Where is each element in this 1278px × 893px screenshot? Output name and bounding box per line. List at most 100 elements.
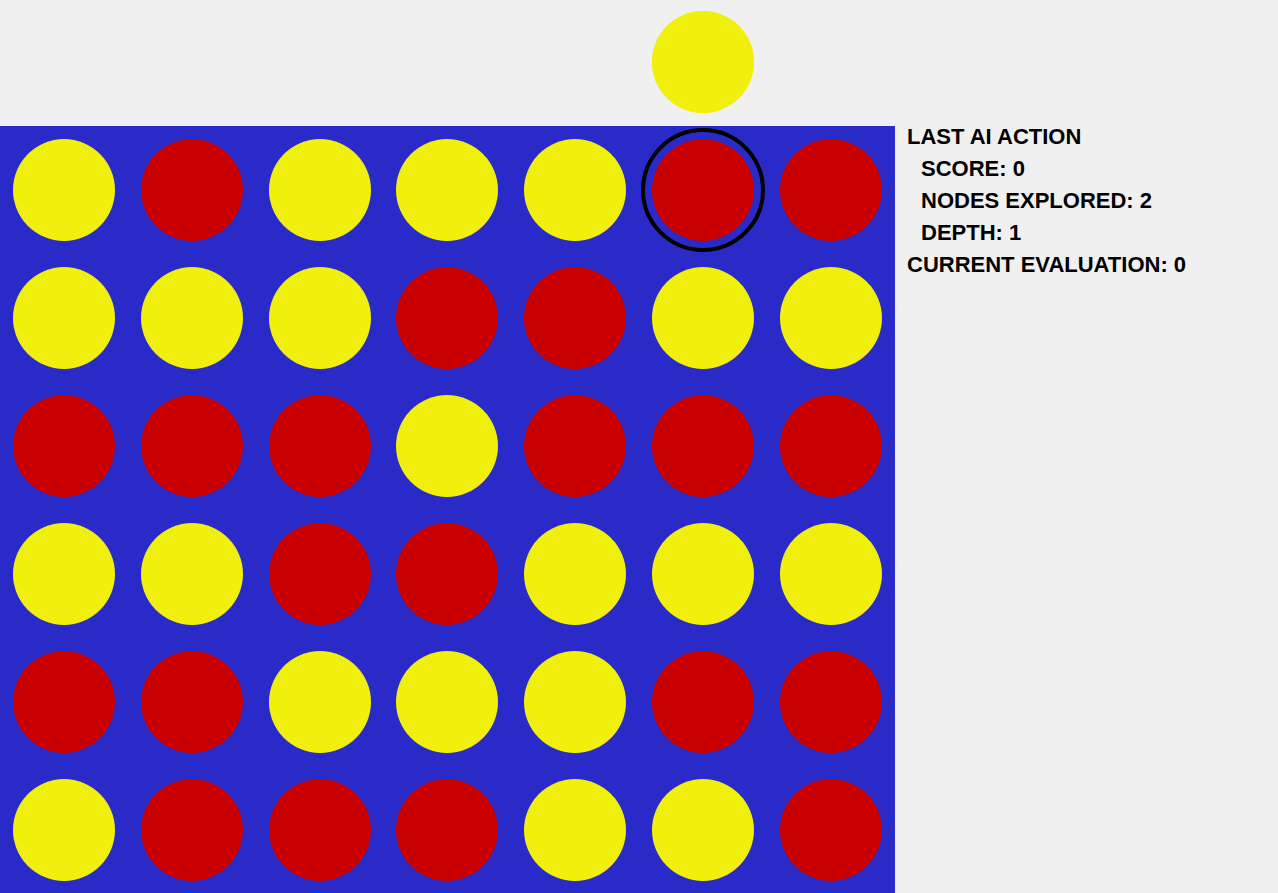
board-cell[interactable] [256,766,384,893]
board-cell[interactable] [767,382,895,510]
board-cell[interactable] [767,126,895,254]
info-item: NODES EXPLORED: 2 [907,185,1186,217]
last-move-ring [130,640,254,764]
game-piece [524,779,626,881]
game-piece [141,267,243,369]
last-move-ring [769,128,893,252]
game-piece [780,139,882,241]
board-cell[interactable] [128,382,256,510]
board-cell[interactable] [511,126,639,254]
board-cell[interactable] [767,638,895,766]
last-move-ring [641,640,765,764]
hover-piece-color [652,11,754,113]
board-cell[interactable] [511,382,639,510]
board-cell[interactable] [256,254,384,382]
board-cell[interactable] [128,126,256,254]
board-cell[interactable] [128,510,256,638]
game-piece [396,395,498,497]
board-cell[interactable] [384,254,512,382]
board-cell[interactable] [256,638,384,766]
board-cell[interactable] [639,510,767,638]
board-cell[interactable] [639,766,767,893]
game-board[interactable] [0,126,895,893]
game-piece [13,139,115,241]
board-cell[interactable] [0,766,128,893]
board-cell[interactable] [128,254,256,382]
game-piece [652,779,754,881]
last-move-ring [130,128,254,252]
board-cell[interactable] [128,638,256,766]
last-move-ring [641,128,765,252]
last-move-ring [385,128,509,252]
board-cell[interactable] [639,382,767,510]
drop-slot[interactable] [384,0,512,126]
board-row [0,126,895,254]
board-cell[interactable] [256,126,384,254]
game-piece [13,395,115,497]
last-move-ring [513,256,637,380]
board-cell[interactable] [384,510,512,638]
last-move-ring [385,768,509,892]
last-move-ring [2,128,126,252]
board-cell[interactable] [256,382,384,510]
game-piece [396,523,498,625]
board-cell[interactable] [0,126,128,254]
drop-slot[interactable] [767,0,895,126]
game-piece [141,139,243,241]
board-cell[interactable] [256,510,384,638]
board-cell[interactable] [511,766,639,893]
board-cell[interactable] [384,382,512,510]
board-cell[interactable] [511,638,639,766]
board-cell[interactable] [128,766,256,893]
last-move-ring [385,256,509,380]
game-piece [13,779,115,881]
board-cell[interactable] [0,510,128,638]
drop-slot[interactable] [511,0,639,126]
board-cell[interactable] [639,254,767,382]
game-piece [13,267,115,369]
last-move-ring [2,384,126,508]
board-cell[interactable] [0,638,128,766]
game-piece [13,523,115,625]
last-move-ring [385,640,509,764]
last-move-ring [130,256,254,380]
drop-slot[interactable] [0,0,128,126]
info-item: DEPTH: 1 [907,217,1186,249]
drop-zone[interactable] [0,0,895,126]
last-move-ring [2,640,126,764]
game-piece [524,651,626,753]
board-cell[interactable] [511,254,639,382]
game-piece [396,267,498,369]
last-move-ring [641,768,765,892]
board-cell[interactable] [767,766,895,893]
board-cell[interactable] [384,126,512,254]
board-cell[interactable] [639,126,767,254]
game-piece [780,651,882,753]
game-piece [396,779,498,881]
board-cell[interactable] [767,510,895,638]
game-piece [652,651,754,753]
game-piece [652,395,754,497]
game-piece [396,139,498,241]
last-move-ring [130,768,254,892]
hover-piece[interactable] [652,11,754,113]
board-cell[interactable] [384,766,512,893]
board-cell[interactable] [511,510,639,638]
board-row [0,510,895,638]
drop-slot[interactable] [128,0,256,126]
game-piece [524,139,626,241]
last-move-ring [258,768,382,892]
last-move-ring [258,384,382,508]
last-move-ring [769,256,893,380]
game-piece [780,523,882,625]
board-cell[interactable] [0,382,128,510]
drop-slot[interactable] [256,0,384,126]
board-cell[interactable] [767,254,895,382]
game-piece [269,523,371,625]
game-piece [652,523,754,625]
board-cell[interactable] [0,254,128,382]
board-cell[interactable] [639,638,767,766]
drop-slot[interactable] [639,0,767,126]
last-move-ring [513,128,637,252]
board-cell[interactable] [384,638,512,766]
